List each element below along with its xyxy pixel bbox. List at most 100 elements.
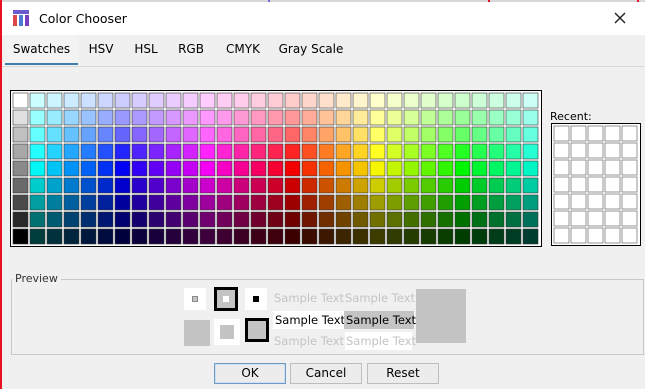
color-swatch[interactable] <box>335 109 352 126</box>
color-swatch[interactable] <box>352 92 369 109</box>
recent-swatch[interactable] <box>621 227 638 244</box>
color-swatch[interactable] <box>80 160 97 177</box>
color-swatch[interactable] <box>420 211 437 228</box>
color-swatch[interactable] <box>131 109 148 126</box>
recent-swatch[interactable] <box>570 210 587 227</box>
color-swatch[interactable] <box>131 92 148 109</box>
color-swatch[interactable] <box>46 228 63 245</box>
color-swatch[interactable] <box>488 126 505 143</box>
color-swatch[interactable] <box>352 160 369 177</box>
color-swatch[interactable] <box>131 126 148 143</box>
color-swatch[interactable] <box>437 109 454 126</box>
color-swatch[interactable] <box>437 177 454 194</box>
color-swatch[interactable] <box>267 228 284 245</box>
color-swatch[interactable] <box>522 160 539 177</box>
color-swatch[interactable] <box>488 211 505 228</box>
color-swatch[interactable] <box>165 160 182 177</box>
color-swatch[interactable] <box>46 143 63 160</box>
color-swatch[interactable] <box>284 160 301 177</box>
color-swatch[interactable] <box>267 126 284 143</box>
color-swatch[interactable] <box>437 126 454 143</box>
color-swatch[interactable] <box>420 160 437 177</box>
color-swatch[interactable] <box>80 126 97 143</box>
color-swatch[interactable] <box>267 160 284 177</box>
title-bar[interactable]: Color Chooser <box>2 2 645 35</box>
color-swatch[interactable] <box>63 177 80 194</box>
color-swatch[interactable] <box>437 194 454 211</box>
color-swatch[interactable] <box>471 211 488 228</box>
color-swatch[interactable] <box>148 109 165 126</box>
color-swatch[interactable] <box>488 92 505 109</box>
color-swatch[interactable] <box>505 228 522 245</box>
color-swatch[interactable] <box>216 194 233 211</box>
color-swatch[interactable] <box>97 143 114 160</box>
color-swatch[interactable] <box>454 228 471 245</box>
color-swatch[interactable] <box>63 228 80 245</box>
color-swatch[interactable] <box>12 92 29 109</box>
color-swatch[interactable] <box>488 177 505 194</box>
color-swatch[interactable] <box>488 194 505 211</box>
color-swatch[interactable] <box>369 177 386 194</box>
color-swatch[interactable] <box>335 92 352 109</box>
tab-rgb[interactable]: RGB <box>172 35 210 65</box>
color-swatch[interactable] <box>80 177 97 194</box>
color-swatch[interactable] <box>505 177 522 194</box>
recent-swatches[interactable] <box>551 123 641 246</box>
color-swatch[interactable] <box>80 211 97 228</box>
color-swatch[interactable] <box>131 211 148 228</box>
color-swatch[interactable] <box>522 194 539 211</box>
color-swatch[interactable] <box>131 194 148 211</box>
color-swatch[interactable] <box>335 211 352 228</box>
color-swatch[interactable] <box>386 143 403 160</box>
color-swatch[interactable] <box>63 109 80 126</box>
color-swatch[interactable] <box>284 211 301 228</box>
color-swatch[interactable] <box>250 143 267 160</box>
color-swatch[interactable] <box>63 211 80 228</box>
color-swatch[interactable] <box>403 177 420 194</box>
color-swatch[interactable] <box>403 194 420 211</box>
color-swatch[interactable] <box>46 92 63 109</box>
recent-swatch[interactable] <box>553 142 570 159</box>
color-swatch[interactable] <box>97 126 114 143</box>
tab-gray-scale[interactable]: Gray Scale <box>276 35 346 65</box>
color-swatch[interactable] <box>199 109 216 126</box>
color-swatch[interactable] <box>250 211 267 228</box>
color-swatch[interactable] <box>471 194 488 211</box>
color-swatch[interactable] <box>284 228 301 245</box>
color-swatch[interactable] <box>29 143 46 160</box>
color-swatch[interactable] <box>114 160 131 177</box>
color-swatch[interactable] <box>386 160 403 177</box>
recent-swatch[interactable] <box>604 193 621 210</box>
color-swatch[interactable] <box>369 143 386 160</box>
color-swatch[interactable] <box>318 109 335 126</box>
color-swatch[interactable] <box>369 211 386 228</box>
color-swatch[interactable] <box>284 194 301 211</box>
color-swatch[interactable] <box>522 211 539 228</box>
color-swatch[interactable] <box>284 177 301 194</box>
recent-swatch[interactable] <box>621 159 638 176</box>
color-swatch[interactable] <box>386 109 403 126</box>
color-swatch[interactable] <box>97 194 114 211</box>
color-swatch[interactable] <box>12 109 29 126</box>
recent-swatch[interactable] <box>587 125 604 142</box>
color-swatch[interactable] <box>182 160 199 177</box>
color-swatch[interactable] <box>165 109 182 126</box>
recent-swatch[interactable] <box>570 125 587 142</box>
color-swatch[interactable] <box>12 143 29 160</box>
color-swatch[interactable] <box>335 228 352 245</box>
tab-cmyk[interactable]: CMYK <box>218 35 268 65</box>
color-swatch[interactable] <box>233 143 250 160</box>
color-swatch[interactable] <box>114 126 131 143</box>
recent-swatch[interactable] <box>553 159 570 176</box>
recent-swatch[interactable] <box>587 159 604 176</box>
recent-swatch[interactable] <box>553 227 570 244</box>
color-swatch[interactable] <box>301 160 318 177</box>
color-swatch[interactable] <box>114 143 131 160</box>
color-swatch[interactable] <box>505 126 522 143</box>
color-swatch[interactable] <box>386 92 403 109</box>
color-swatch[interactable] <box>182 109 199 126</box>
color-swatch[interactable] <box>403 160 420 177</box>
color-swatch[interactable] <box>233 177 250 194</box>
color-swatch[interactable] <box>148 160 165 177</box>
color-swatch[interactable] <box>182 143 199 160</box>
